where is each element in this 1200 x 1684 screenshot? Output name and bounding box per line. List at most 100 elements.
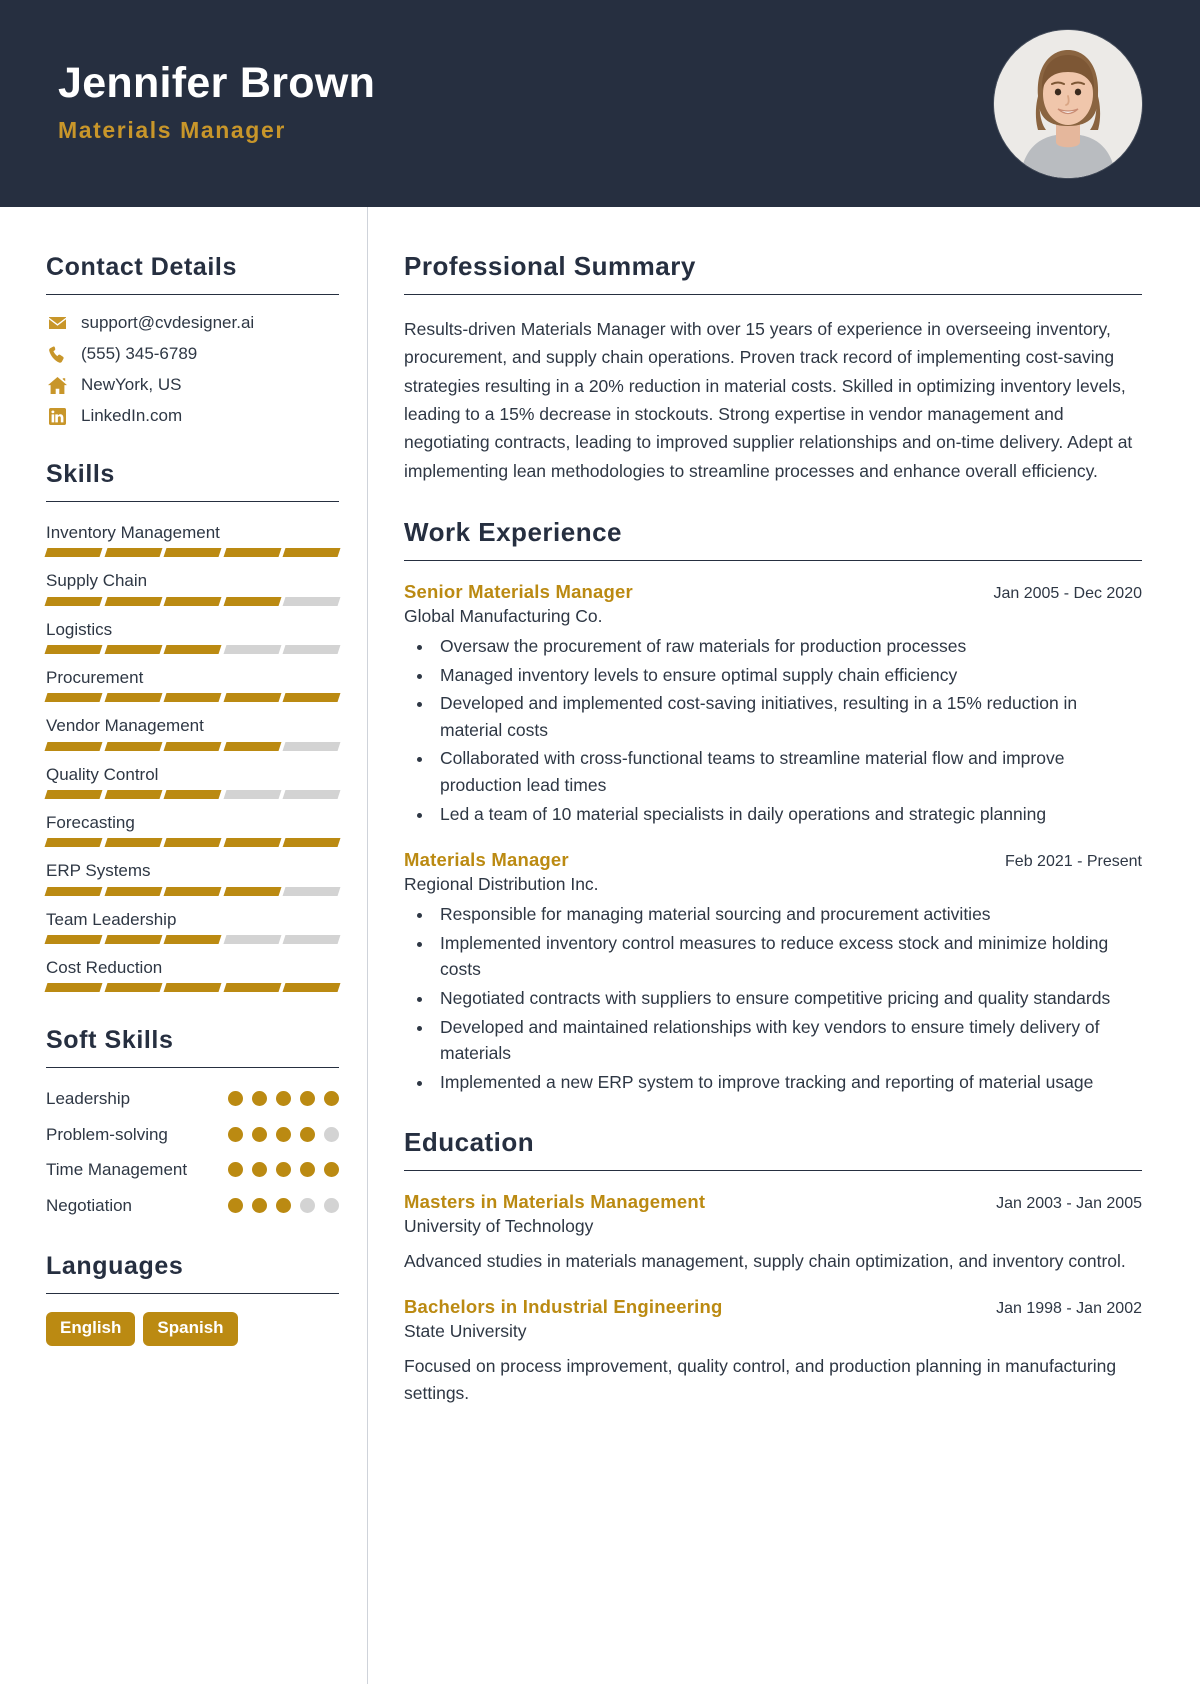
avatar (994, 29, 1142, 178)
skill-row: Team Leadership (44, 907, 341, 945)
section-languages: Languages English Spanish (46, 1252, 339, 1347)
skill-level-segment (44, 790, 103, 800)
skill-level-segment (44, 645, 103, 655)
skill-label: Forecasting (46, 813, 135, 833)
resume-body: Contact Details support@cvdesigner.ai (5… (0, 207, 1200, 1684)
contact-item-email[interactable]: support@cvdesigner.ai (46, 313, 339, 333)
job-bullet: Negotiated contracts with suppliers to e… (434, 985, 1142, 1012)
skill-level-segment (282, 983, 341, 993)
skill-level-segment (163, 596, 222, 606)
rating-dot (228, 1197, 243, 1213)
skill-row: Inventory Management (44, 520, 341, 558)
rating-dot (276, 1162, 291, 1178)
skill-label: Procurement (46, 668, 144, 688)
skills-list: Inventory Management Supply Chain Logistic… (44, 520, 341, 993)
skill-level-segment (163, 983, 222, 993)
skill-level-segment (104, 983, 162, 993)
phone-icon (46, 345, 68, 364)
section-divider (46, 501, 339, 502)
linkedin-icon (46, 407, 68, 426)
soft-skill-rating (228, 1157, 339, 1178)
contact-item-location[interactable]: NewYork, US (46, 375, 339, 395)
section-divider (404, 294, 1142, 295)
contact-linkedin-value: LinkedIn.com (81, 406, 183, 425)
job-bullet: Responsible for managing material sourci… (434, 901, 1142, 928)
resume-header: Jennifer Brown Materials Manager (0, 0, 1200, 207)
skill-level-segment (104, 790, 162, 800)
job-title: Materials Manager (404, 849, 569, 871)
rating-dot (252, 1197, 267, 1213)
language-tag: Spanish (143, 1312, 238, 1347)
education-title: Education (404, 1127, 535, 1158)
skill-level-bar (44, 645, 341, 655)
skill-level-bar (44, 596, 341, 606)
skill-level-segment (223, 790, 281, 800)
skill-level-segment (104, 838, 162, 848)
education-degree: Masters in Materials Management (404, 1191, 706, 1213)
section-work-experience: Work Experience Senior Materials Manager… (404, 517, 1142, 1095)
skill-level-segment (223, 741, 281, 751)
main-content: Professional Summary Results-driven Mate… (368, 207, 1200, 1684)
rating-dot (252, 1091, 267, 1107)
job-bullet: Oversaw the procurement of raw materials… (434, 633, 1142, 660)
skill-level-segment (282, 596, 341, 606)
education-school: University of Technology (404, 1216, 594, 1237)
job-date-range: Feb 2021 - Present (1005, 853, 1142, 871)
skill-level-bar (44, 983, 341, 993)
work-experience-title: Work Experience (404, 517, 623, 548)
education-list: Masters in Materials Management Jan 2003 … (404, 1191, 1142, 1406)
skill-level-segment (282, 693, 341, 703)
work-experience-item: Senior Materials Manager Jan 2005 - Dec 2… (404, 581, 1142, 827)
avatar-illustration (994, 29, 1142, 178)
section-soft-skills: Soft Skills Leadership Problem-solving Tim… (46, 1026, 339, 1218)
education-item: Bachelors in Industrial Engineering Jan 1… (404, 1296, 1142, 1407)
soft-skills-title: Soft Skills (46, 1026, 174, 1055)
skill-level-segment (223, 645, 281, 655)
skill-level-segment (223, 838, 281, 848)
contact-details-title: Contact Details (46, 253, 237, 281)
job-date-range: Jan 2005 - Dec 2020 (993, 585, 1142, 603)
section-professional-summary: Professional Summary Results-driven Mate… (404, 251, 1142, 485)
job-company: Global Manufacturing Co. (404, 606, 603, 627)
skills-title: Skills (46, 460, 115, 488)
candidate-name: Jennifer Brown (58, 58, 376, 107)
rating-dot (324, 1197, 339, 1213)
skill-level-segment (163, 693, 222, 703)
skill-level-bar (44, 693, 341, 703)
skill-level-segment (282, 935, 341, 945)
soft-skill-label: Negotiation (46, 1195, 133, 1215)
candidate-role: Materials Manager (58, 117, 286, 144)
skill-label: ERP Systems (46, 861, 151, 881)
skill-level-segment (44, 983, 103, 993)
job-title: Senior Materials Manager (404, 581, 633, 603)
soft-skill-rating (228, 1193, 339, 1213)
skill-level-segment (163, 741, 222, 751)
resume-page: Jennifer Brown Materials Manager Contact… (0, 0, 1200, 1684)
contact-item-phone[interactable]: (555) 345-6789 (46, 344, 339, 364)
contact-item-linkedin[interactable]: LinkedIn.com (46, 406, 339, 426)
education-header: Masters in Materials Management Jan 2003 … (404, 1191, 1142, 1213)
skill-level-segment (104, 741, 162, 751)
skill-level-segment (44, 838, 103, 848)
job-bullet: Implemented inventory control measures t… (434, 930, 1142, 983)
education-date-range: Jan 2003 - Jan 2005 (996, 1195, 1142, 1213)
skill-level-segment (282, 645, 341, 655)
header-text-block: Jennifer Brown Materials Manager (58, 59, 375, 148)
work-experience-item: Materials Manager Feb 2021 - Present Regio… (404, 849, 1142, 1095)
skill-row: Supply Chain (44, 568, 341, 606)
soft-skill-row: Problem-solving (46, 1122, 339, 1148)
section-divider (404, 560, 1142, 562)
rating-dot (324, 1091, 339, 1107)
skill-level-segment (44, 886, 103, 896)
skill-level-segment (44, 693, 103, 703)
soft-skill-label: Problem-solving (46, 1124, 168, 1144)
skill-level-segment (104, 645, 162, 655)
skill-label: Inventory Management (46, 523, 220, 542)
job-bullet: Led a team of 10 material specialists in… (434, 801, 1142, 828)
skill-level-segment (104, 693, 162, 703)
job-header: Materials Manager Feb 2021 - Present (404, 849, 1142, 871)
skill-level-segment (223, 548, 281, 558)
soft-skill-label: Leadership (46, 1089, 131, 1109)
skill-row: ERP Systems (44, 858, 341, 896)
education-date-range: Jan 1998 - Jan 2002 (996, 1299, 1142, 1317)
